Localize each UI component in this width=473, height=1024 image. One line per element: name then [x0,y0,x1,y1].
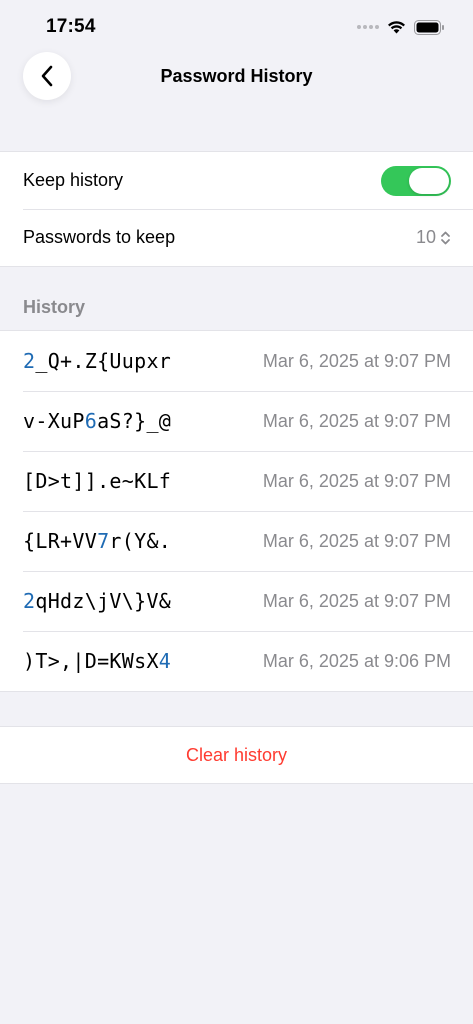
history-date: Mar 6, 2025 at 9:07 PM [262,530,451,551]
clear-history-button[interactable]: Clear history [0,727,473,783]
history-row[interactable]: 2qHdz\jV\}V& Mar 6, 2025 at 9:07 PM [0,571,473,631]
keep-history-row: Keep history [0,152,473,209]
history-date: Mar 6, 2025 at 9:07 PM [262,410,451,431]
history-password[interactable]: 2_Q+.Z{Uupxr [23,349,263,373]
clear-history-group: Clear history [0,726,473,784]
keep-history-label: Keep history [23,170,124,190]
history-row[interactable]: v-XuP6aS?}_@ Mar 6, 2025 at 9:07 PM [0,391,473,451]
history-date: Mar 6, 2025 at 9:06 PM [262,650,451,671]
history-row[interactable]: )T>,|D=KWsX4 Mar 6, 2025 at 9:06 PM [0,631,473,691]
history-date: Mar 6, 2025 at 9:07 PM [262,590,451,611]
history-password[interactable]: v-XuP6aS?}_@ [23,409,263,433]
history-password[interactable]: {LR+VV7r(Y&. [23,529,263,553]
page-title: Password History [160,66,313,86]
settings-group: Keep history Passwords to keep 10 [0,151,473,267]
history-password[interactable]: [D>t]].e~KLf [23,469,263,493]
history-row[interactable]: 2_Q+.Z{Uupxr Mar 6, 2025 at 9:07 PM [0,331,473,391]
chevron-up-down-icon[interactable] [440,230,451,246]
status-bar: 17:54 [0,0,473,54]
status-icons [357,18,445,36]
passwords-to-keep-row[interactable]: Passwords to keep 10 [0,209,473,266]
history-section-header: History [23,297,86,317]
signal-icon [357,25,379,29]
clear-history-label: Clear history [185,744,288,765]
history-date: Mar 6, 2025 at 9:07 PM [262,350,451,371]
wifi-icon [388,21,405,34]
passwords-to-keep-label: Passwords to keep [23,227,176,247]
history-password[interactable]: 2qHdz\jV\}V& [23,589,263,613]
toggle-knob [409,167,449,194]
history-date: Mar 6, 2025 at 9:07 PM [262,470,451,491]
passwords-to-keep-value[interactable]: 10 [416,227,436,248]
navigation-bar: Password History [0,50,473,104]
history-row[interactable]: [D>t]].e~KLf Mar 6, 2025 at 9:07 PM [0,451,473,511]
keep-history-toggle[interactable] [381,165,451,196]
history-list: 2_Q+.Z{Uupxr Mar 6, 2025 at 9:07 PM v-Xu… [0,330,473,692]
battery-icon [414,19,444,35]
history-password[interactable]: )T>,|D=KWsX4 [23,649,263,673]
status-time: 17:54 [46,16,96,37]
history-row[interactable]: {LR+VV7r(Y&. Mar 6, 2025 at 9:07 PM [0,511,473,571]
